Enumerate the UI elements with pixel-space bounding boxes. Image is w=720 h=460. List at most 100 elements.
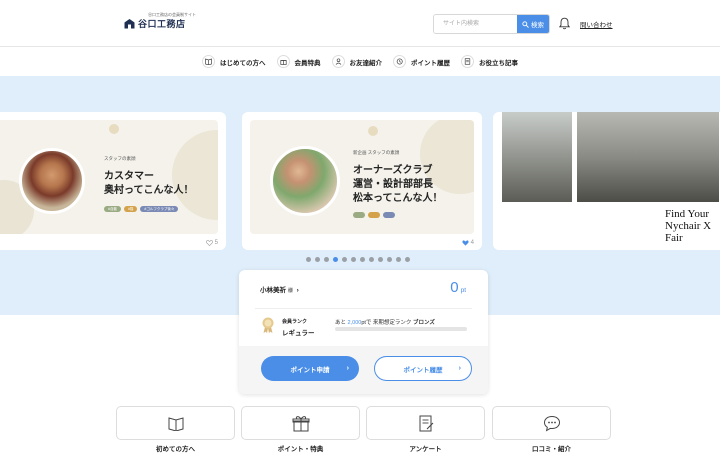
point-history-button[interactable]: ポイント履歴 › [374,356,472,381]
carousel-dot[interactable] [315,257,320,262]
nav-label: お友達紹介 [349,59,383,67]
next-points: 2,000 [347,320,362,326]
chevron-right-icon: › [296,287,299,294]
staff-photo [270,146,340,216]
nav-item-point-history[interactable]: ポイント履歴 [393,55,450,68]
points-unit: pt [460,287,466,294]
caption-line: Find Your [665,208,710,220]
site-header: 谷口工務店の会員制サイト 谷口工務店 検索 問い合わせ [0,0,720,47]
chat-icon [543,415,560,432]
interior-photo [502,112,572,202]
search-button[interactable]: 検索 [517,15,549,33]
card-title-line3: 松本ってこんな人！ [353,193,443,204]
book-icon [202,55,215,68]
heart-filled-icon [462,240,469,246]
nav-label: お役立ち記事 [479,59,518,67]
carousel-dot[interactable] [306,257,311,262]
hashtag-pill[interactable]: #ゴルフクラブ後々 [140,206,179,212]
search-icon [522,20,529,28]
rank-medal-icon [261,316,275,334]
search-box: 検索 [433,14,550,34]
house-icon [124,18,135,29]
rank-progress-bar [335,327,467,331]
chevron-right-icon: › [346,365,349,372]
card-image: 新企画 スタッフの素顔 オーナーズクラブ 運営・設計部部長 松本ってこんな人！ [250,120,474,234]
nav-item-articles[interactable]: お役立ち記事 [461,55,518,68]
carousel-card-staff-matsumoto[interactable]: 新企画 スタッフの素顔 オーナーズクラブ 運営・設計部部長 松本ってこんな人！ … [242,112,482,250]
person-icon [331,55,345,68]
hashtag-pill[interactable] [383,212,395,218]
nav-label: はじめての方へ [220,59,266,67]
next-rank: ブロンズ [412,320,435,326]
card-title-line2: 奥村ってこんな人！ [104,185,194,196]
main-nav: はじめての方へ 会員特典 お友達紹介 ポイント履歴 お役立ち記事 [0,47,720,76]
quick-link-survey[interactable] [366,406,485,440]
carousel-dot[interactable] [396,257,401,262]
carousel-dot[interactable] [387,257,392,262]
like-count[interactable]: 4 [462,240,474,246]
point-history-label: ポイント履歴 [403,366,443,374]
survey-icon [419,415,433,431]
chevron-right-icon: › [458,365,461,372]
caption-line: Fair [665,232,683,244]
card-title-line1: オーナーズクラブ [353,165,433,176]
carousel-dot[interactable] [360,257,365,262]
hashtag-pill[interactable]: #猫 [123,206,138,212]
history-icon [393,55,406,68]
points-value: 0 [450,279,459,296]
search-button-label: 検索 [531,22,544,29]
article-icon [461,55,474,68]
gift-icon [292,416,309,432]
carousel-dot[interactable] [378,257,383,262]
quick-link-beginners[interactable] [116,406,235,440]
like-count-value: 4 [470,240,474,246]
quick-link-label: 初めての方へ [156,446,195,453]
nav-item-referral[interactable]: お友達紹介 [331,55,383,68]
staff-photo [19,148,85,214]
carousel-dot[interactable] [351,257,356,262]
hashtag-pill[interactable] [353,212,365,218]
site-logo[interactable]: 谷口工務店の会員制サイト 谷口工務店 [124,12,196,30]
carousel-dot[interactable] [333,257,338,262]
logo-name: 谷口工務店 [138,19,186,29]
user-suffix: 様 [287,288,293,294]
card-title-line2: 運営・設計部部長 [353,179,433,190]
carousel-dot[interactable] [324,257,329,262]
like-count-value: 5 [214,240,218,246]
next-mid: ptで 来期想定ランク [361,320,412,326]
like-count[interactable]: 5 [205,240,218,246]
caption-line: Nychair X [665,220,712,232]
carousel-card-staff-okumura[interactable]: スタッフの素顔 カスタマー 奥村ってこんな人！ #自動 #猫 #ゴルフクラブ後々… [0,112,226,250]
nav-item-benefits[interactable]: 会員特典 [276,55,321,68]
bell-icon[interactable] [558,17,571,30]
nav-label: ポイント履歴 [411,59,450,67]
contact-link[interactable]: 問い合わせ [580,19,613,29]
card-image: スタッフの素顔 カスタマー 奥村ってこんな人！ #自動 #猫 #ゴルフクラブ後々 [0,120,218,234]
nav-item-beginners[interactable]: はじめての方へ [202,55,266,68]
carousel-dots [306,257,410,262]
carousel-dot[interactable] [405,257,410,262]
hashtag-pill[interactable] [368,212,380,218]
quick-link-reviews[interactable] [492,406,611,440]
logo-subtitle: 谷口工務店の会員制サイト [148,12,196,17]
divider [255,308,472,309]
carousel-card-nychair-fair[interactable]: Find Your Nychair X Fair [493,112,720,250]
hashtag-pill[interactable]: #自動 [104,206,121,212]
carousel-dot[interactable] [369,257,374,262]
rank-label: 会員ランク [282,319,308,325]
quick-link-label: ポイント・特典 [277,446,324,453]
nychair-photo [577,112,719,202]
point-apply-button[interactable]: ポイント申請 › [261,356,359,381]
card-caption: Find Your Nychair X Fair [665,208,711,244]
heart-outline-icon [205,240,213,246]
book-icon [168,417,183,431]
search-input[interactable] [434,15,517,33]
rank-value: レギュラー [282,330,315,337]
carousel-dot[interactable] [342,257,347,262]
nav-label: 会員特典 [294,59,321,67]
points-balance: 0 pt [450,279,466,296]
quick-link-label: アンケート [409,446,442,453]
user-name[interactable]: 小林美祈 様 › [260,284,299,294]
quick-link-benefits[interactable] [241,406,360,440]
point-apply-label: ポイント申請 [290,366,330,374]
